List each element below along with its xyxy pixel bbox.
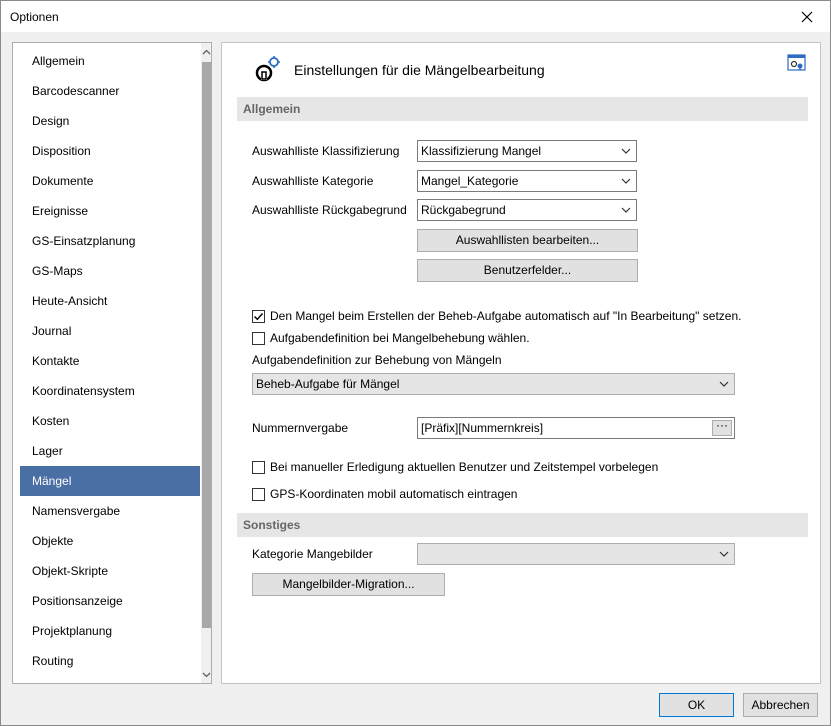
label-nummernvergabe: Nummernvergabe <box>252 421 349 435</box>
nav-item-barcodescanner[interactable]: Barcodescanner <box>20 76 200 106</box>
label-klassifizierung: Auswahlliste Klassifizierung <box>252 144 400 158</box>
nav-item-objekte[interactable]: Objekte <box>20 526 200 556</box>
chevron-down-icon <box>202 672 211 677</box>
nav-item-namensvergabe[interactable]: Namensvergabe <box>20 496 200 526</box>
nav-item-heute-ansicht[interactable]: Heute-Ansicht <box>20 286 200 316</box>
nav-item-maengel[interactable]: Mängel <box>20 466 200 496</box>
nav-item-lager[interactable]: Lager <box>20 436 200 466</box>
task-definition-label: Aufgabendefinition bei Mangelbehebung wä… <box>270 331 530 345</box>
scroll-thumb[interactable] <box>202 62 211 628</box>
checkbox-box[interactable] <box>252 309 265 323</box>
image-migration-button[interactable]: Mangelbilder-Migration... <box>252 573 445 596</box>
close-button[interactable] <box>784 1 830 32</box>
nav-item-objekt-skripte[interactable]: Objekt-Skripte <box>20 556 200 586</box>
nav-scrollbar[interactable] <box>201 43 211 683</box>
task-definition-value: Beheb-Aufgabe für Mängel <box>256 377 400 391</box>
user-fields-button[interactable]: Benutzerfelder... <box>417 259 638 282</box>
chevron-down-icon <box>719 381 729 387</box>
user-settings-icon[interactable] <box>787 53 807 73</box>
nav-item-disposition[interactable]: Disposition <box>20 136 200 166</box>
checkbox-box[interactable] <box>252 460 265 474</box>
checkbox-box[interactable] <box>252 331 265 345</box>
image-category-dropdown[interactable] <box>417 543 735 565</box>
label-image-category: Kategorie Mangebilder <box>252 547 373 561</box>
nav-item-positionsanzeige[interactable]: Positionsanzeige <box>20 586 200 616</box>
auto-status-label: Den Mangel beim Erstellen der Beheb-Aufg… <box>270 309 742 323</box>
label-task-definition: Aufgabendefinition zur Behebung von Mäng… <box>252 353 502 367</box>
klassifizierung-value: Klassifizierung Mangel <box>421 144 542 158</box>
window-title: Optionen <box>10 10 59 24</box>
task-definition-checkbox[interactable]: Aufgabendefinition bei Mangelbehebung wä… <box>252 330 530 346</box>
nav-item-kontakte[interactable]: Kontakte <box>20 346 200 376</box>
label-rueckgabegrund: Auswahlliste Rückgabegrund <box>252 203 407 217</box>
nummernvergabe-value: [Präfix][Nummernkreis] <box>421 421 544 435</box>
cancel-button[interactable]: Abbrechen <box>743 693 818 717</box>
rueckgabegrund-value: Rückgabegrund <box>421 203 506 217</box>
manual-done-checkbox[interactable]: Bei manueller Erledigung aktuellen Benut… <box>252 459 658 475</box>
page-title: Einstellungen für die Mängelbearbeitung <box>294 62 545 78</box>
nav-item-routing[interactable]: Routing <box>20 646 200 676</box>
auto-status-checkbox[interactable]: Den Mangel beim Erstellen der Beheb-Aufg… <box>252 308 741 324</box>
options-dialog: Optionen Allgemein Barcodescanner Design… <box>0 0 831 726</box>
close-icon <box>801 11 813 22</box>
nav-item-koordinatensystem[interactable]: Koordinatensystem <box>20 376 200 406</box>
chevron-down-icon <box>621 148 631 154</box>
title-bar: Optionen <box>1 1 830 32</box>
section-header-sonstiges: Sonstiges <box>237 513 808 537</box>
options-category-list[interactable]: Allgemein Barcodescanner Design Disposit… <box>12 42 212 684</box>
klassifizierung-dropdown[interactable]: Klassifizierung Mangel <box>417 140 637 162</box>
chevron-down-icon <box>719 551 729 557</box>
chevron-down-icon <box>621 178 631 184</box>
checkmark-icon <box>254 312 264 320</box>
nav-item-gs-maps[interactable]: GS-Maps <box>20 256 200 286</box>
gps-label: GPS-Koordinaten mobil automatisch eintra… <box>270 487 518 501</box>
label-kategorie: Auswahlliste Kategorie <box>252 174 374 188</box>
chevron-down-icon <box>621 207 631 213</box>
manual-done-label: Bei manueller Erledigung aktuellen Benut… <box>270 460 659 474</box>
scroll-up-button[interactable] <box>201 43 211 60</box>
rueckgabegrund-dropdown[interactable]: Rückgabegrund <box>417 199 637 221</box>
ellipsis-button[interactable]: ··· <box>712 419 732 436</box>
nummernvergabe-field[interactable]: [Präfix][Nummernkreis] ··· <box>417 417 735 439</box>
nav-item-projektplanung[interactable]: Projektplanung <box>20 616 200 646</box>
kategorie-value: Mangel_Kategorie <box>421 174 519 188</box>
edit-lists-button[interactable]: Auswahllisten bearbeiten... <box>417 229 638 252</box>
settings-panel: Einstellungen für die Mängelbearbeitung … <box>221 42 821 684</box>
nav-item-gs-einsatzplanung[interactable]: GS-Einsatzplanung <box>20 226 200 256</box>
kategorie-dropdown[interactable]: Mangel_Kategorie <box>417 170 637 192</box>
checkbox-box[interactable] <box>252 487 265 501</box>
section-header-allgemein: Allgemein <box>237 97 808 121</box>
scroll-down-button[interactable] <box>201 666 211 683</box>
nav-item-ereignisse[interactable]: Ereignisse <box>20 196 200 226</box>
nav-item-allgemein[interactable]: Allgemein <box>20 46 200 76</box>
gps-checkbox[interactable]: GPS-Koordinaten mobil automatisch eintra… <box>252 486 517 502</box>
ok-button[interactable]: OK <box>659 693 734 717</box>
chevron-up-icon <box>202 49 211 54</box>
nav-item-design[interactable]: Design <box>20 106 200 136</box>
defect-settings-icon <box>255 56 280 82</box>
nav-item-journal[interactable]: Journal <box>20 316 200 346</box>
nav-item-kosten[interactable]: Kosten <box>20 406 200 436</box>
task-definition-dropdown[interactable]: Beheb-Aufgabe für Mängel <box>252 373 735 395</box>
nav-item-dokumente[interactable]: Dokumente <box>20 166 200 196</box>
